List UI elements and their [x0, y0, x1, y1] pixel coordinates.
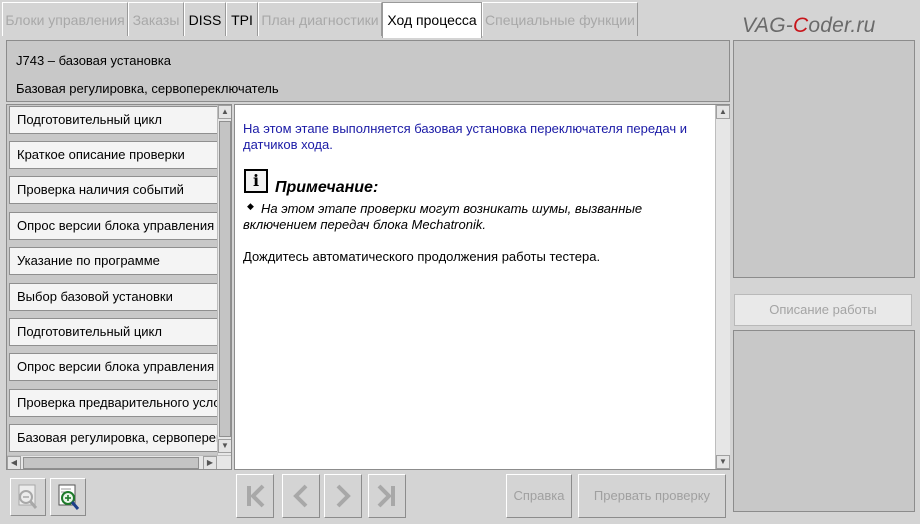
tab-bar: Блоки управления Заказы DISS TPI План ди… [0, 0, 740, 38]
step-list-vertical-scrollbar[interactable]: ▲ ▼ [217, 105, 231, 455]
info-icon: i [244, 169, 268, 193]
tab-diagnostic-plan[interactable]: План диагностики [258, 2, 382, 36]
scroll-left-icon[interactable]: ◀ [7, 456, 21, 469]
step-list: Подготовительный цикл Краткое описание п… [6, 104, 232, 470]
step-item-current[interactable]: Базовая регулировка, сервопереключатель [9, 424, 219, 452]
zoom-out-button[interactable] [10, 478, 46, 516]
note-title: Примечание: [275, 179, 379, 196]
description-button[interactable]: Описание работы [734, 294, 912, 326]
test-subtitle: Базовая регулировка, сервопереключатель [16, 81, 279, 96]
step-list-horizontal-scrollbar[interactable]: ◀ ▶ [7, 455, 231, 469]
test-header: J743 – базовая установка Базовая регулир… [6, 40, 730, 102]
previous-step-button[interactable] [282, 474, 320, 518]
tab-special-functions[interactable]: Специальные функции [482, 2, 638, 36]
tab-process[interactable]: Ход процесса [382, 2, 482, 38]
tab-orders[interactable]: Заказы [128, 2, 184, 36]
last-step-button[interactable] [368, 474, 406, 518]
chevron-left-icon [293, 484, 308, 508]
tab-diss[interactable]: DISS [184, 2, 226, 36]
step-item[interactable]: Краткое описание проверки [9, 141, 219, 169]
note-text: На этом этапе проверки могут возникать ш… [243, 201, 643, 232]
instruction-intro: На этом этапе выполняется базовая устано… [243, 121, 687, 152]
instruction-outro: Дождитесь автоматического продолжения ра… [243, 249, 601, 264]
scroll-right-icon[interactable]: ▶ [203, 456, 217, 469]
scroll-thumb[interactable] [219, 121, 231, 437]
first-step-button[interactable] [236, 474, 274, 518]
skip-first-icon [247, 484, 265, 508]
content-vertical-scrollbar[interactable]: ▲ ▼ [715, 105, 730, 469]
test-title: J743 – базовая установка [16, 53, 171, 68]
right-lower-panel [733, 330, 915, 512]
skip-last-icon [377, 484, 395, 508]
abort-test-button[interactable]: Прервать проверку [578, 474, 726, 518]
step-item[interactable]: Опрос версии блока управления [9, 212, 219, 240]
scroll-up-icon[interactable]: ▲ [218, 105, 231, 119]
step-item[interactable]: Проверка предварительного условия [9, 389, 219, 417]
zoom-in-icon [58, 484, 80, 510]
chevron-right-icon [336, 484, 351, 508]
step-item[interactable]: Выбор базовой установки [9, 283, 219, 311]
right-info-panel [733, 40, 915, 278]
zoom-in-button[interactable] [50, 478, 86, 516]
instruction-panel: На этом этапе выполняется базовая устано… [234, 104, 730, 470]
next-step-button[interactable] [324, 474, 362, 518]
step-item[interactable]: Проверка наличия событий [9, 176, 219, 204]
step-item[interactable]: Подготовительный цикл [9, 106, 219, 134]
scroll-up-icon[interactable]: ▲ [716, 105, 730, 119]
scroll-down-icon[interactable]: ▼ [218, 439, 231, 453]
watermark-logo: VAG-Coder.ru [742, 14, 876, 37]
help-button[interactable]: Справка [506, 474, 572, 518]
tab-tpi[interactable]: TPI [226, 2, 258, 36]
tab-control-units[interactable]: Блоки управления [2, 2, 128, 36]
step-item[interactable]: Опрос версии блока управления [9, 353, 219, 381]
scroll-thumb[interactable] [23, 457, 199, 469]
scroll-down-icon[interactable]: ▼ [716, 455, 730, 469]
step-item[interactable]: Подготовительный цикл [9, 318, 219, 346]
step-item[interactable]: Указание по программе [9, 247, 219, 275]
zoom-out-icon [18, 484, 38, 509]
